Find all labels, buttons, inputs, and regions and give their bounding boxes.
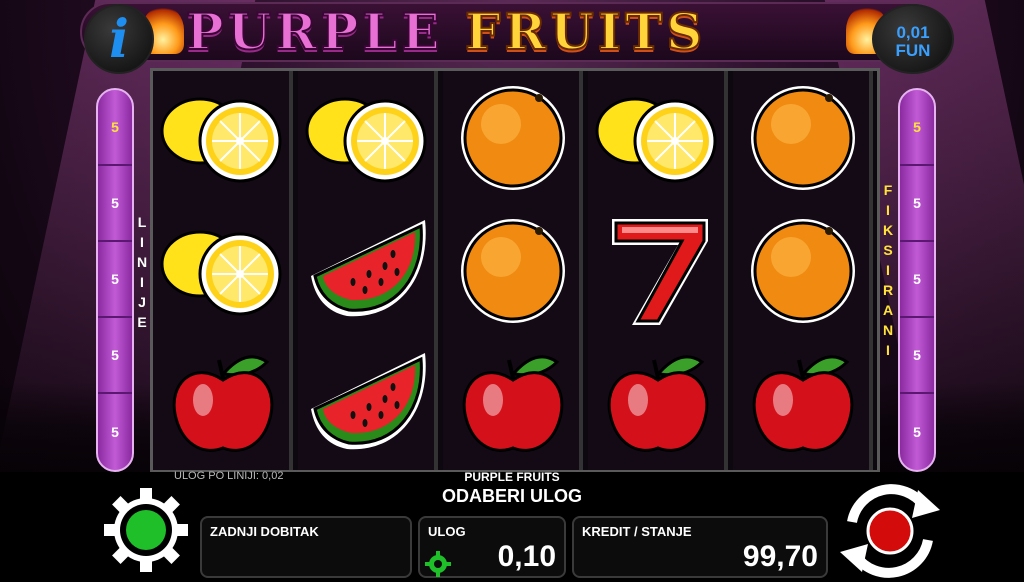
last-win-panel: ZADNJI DOBITAK [200,516,412,578]
apple-icon [588,337,728,470]
spin-button[interactable] [832,484,948,578]
reel-2 [298,71,438,470]
reel-1 [153,71,293,470]
game-title: PURPLE FRUITS [185,2,846,61]
settings-gear-button[interactable] [100,484,192,576]
lemon-icon [153,71,293,204]
credit-panel: KREDIT / STANJE 99,70 [572,516,828,578]
title-part-purple: PURPLE [185,2,444,61]
line-indicator[interactable]: 5 [98,318,132,394]
bet-value: 0,10 [497,540,556,573]
lemon-icon [298,71,438,204]
bet-label: ULOG [428,524,466,539]
fixed-indicator[interactable]: 5 [900,166,934,242]
denomination-mode: FUN [895,41,931,60]
credit-value: 99,70 [742,540,818,573]
watermelon-icon [298,337,438,470]
lemon-icon [588,71,728,204]
fixed-indicator[interactable]: 5 [900,90,934,166]
fixed-indicator[interactable]: 5 [900,318,934,394]
bet-settings-icon[interactable] [424,550,452,578]
credit-label: KREDIT / STANJE [582,524,692,539]
info-icon: i [109,8,129,70]
fixed-indicator[interactable]: 5 [900,242,934,318]
lemon-icon [153,204,293,337]
game-name-label: PURPLE FRUITS [464,470,560,484]
denomination-value: 0,01 [896,23,930,42]
lines-rail: 5 5 5 5 5 [96,88,134,472]
line-indicator[interactable]: 5 [98,242,132,318]
reel-area [150,68,880,473]
fixed-label: FIKSIRANI [882,182,894,358]
orange-icon [443,204,583,337]
line-indicator[interactable]: 5 [98,166,132,242]
orange-icon [443,71,583,204]
denomination-button[interactable]: 0,01 FUN [872,4,954,74]
apple-icon [153,337,293,470]
orange-icon [733,204,873,337]
seven-icon [588,204,728,337]
fixed-indicator[interactable]: 5 [900,394,934,470]
apple-icon [443,337,583,470]
reel-3 [443,71,583,470]
watermelon-icon [298,204,438,337]
reel-4 [588,71,728,470]
fixed-rail: 5 5 5 5 5 [898,88,936,472]
apple-icon [733,337,873,470]
lines-label: LINIJE [136,214,148,330]
last-win-label: ZADNJI DOBITAK [210,524,319,539]
line-indicator[interactable]: 5 [98,90,132,166]
orange-icon [733,71,873,204]
reel-5 [733,71,873,470]
info-button[interactable]: i [84,4,154,74]
line-indicator[interactable]: 5 [98,394,132,470]
title-part-fruits: FRUITS [464,2,707,61]
